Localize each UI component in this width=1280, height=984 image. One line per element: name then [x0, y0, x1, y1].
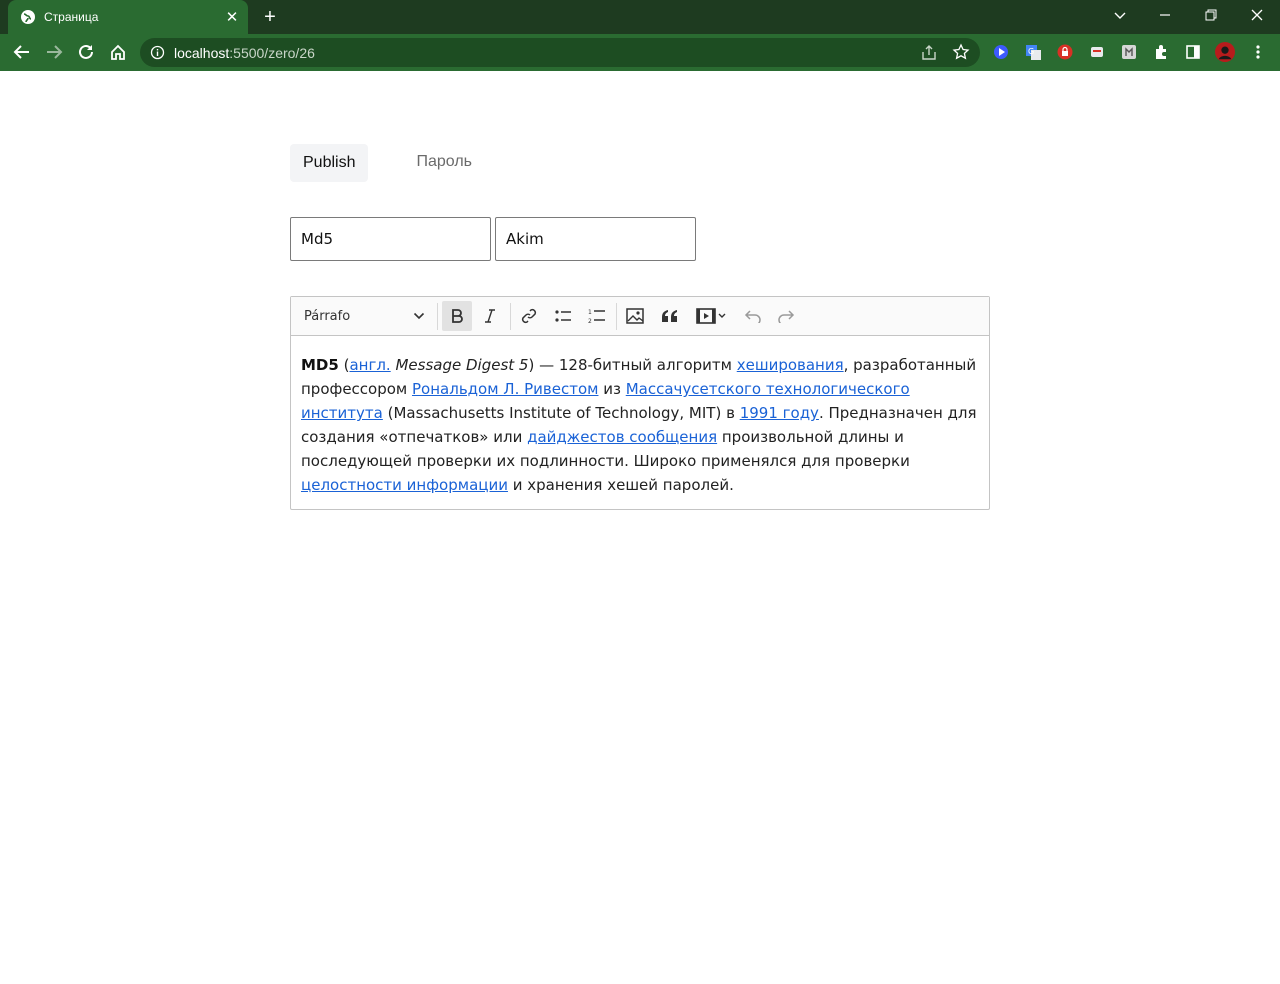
url-text: localhost:5500/zero/26	[174, 45, 315, 61]
kebab-icon[interactable]	[1248, 42, 1268, 62]
minimize-icon[interactable]	[1142, 0, 1188, 30]
editor-toolbar: Párrafo 12	[291, 297, 989, 336]
globe-icon	[20, 9, 36, 25]
text: ) — 128-битный алгоритм	[528, 356, 737, 374]
toolbar-divider	[437, 303, 438, 330]
url-path: :5500/zero/26	[229, 45, 315, 61]
link-rivest[interactable]: Рональдом Л. Ривестом	[412, 380, 598, 398]
svg-text:G: G	[1028, 47, 1034, 56]
toolbar-divider	[616, 303, 617, 330]
svg-text:2: 2	[588, 318, 592, 325]
italic-button[interactable]	[475, 301, 505, 331]
tab-password[interactable]: Пароль	[403, 144, 485, 182]
forward-icon[interactable]	[41, 39, 67, 65]
sidebar-icon[interactable]	[1183, 42, 1203, 62]
link-hashing[interactable]: хеширования	[737, 356, 844, 374]
extension-play-icon[interactable]	[991, 42, 1011, 62]
star-icon[interactable]	[952, 43, 970, 61]
text: и хранения хешей паролей.	[507, 476, 734, 494]
info-icon[interactable]	[150, 45, 165, 60]
reload-icon[interactable]	[73, 39, 99, 65]
plus-icon[interactable]: +	[260, 7, 280, 27]
home-icon[interactable]	[105, 39, 131, 65]
restore-icon[interactable]	[1188, 0, 1234, 30]
heading-select-label: Párrafo	[304, 308, 351, 324]
svg-text:1: 1	[588, 309, 592, 316]
tab-publish[interactable]: Publish	[290, 144, 369, 182]
text: (Massachusetts Institute of Technology, …	[382, 404, 740, 422]
browser-tab-strip: Страница ✕ +	[0, 0, 1280, 34]
chevron-down-icon[interactable]	[1110, 6, 1130, 26]
link-engl[interactable]: англ.	[349, 356, 390, 374]
translate-extension-icon[interactable]: G	[1023, 42, 1043, 62]
rich-text-editor: Párrafo 12 MD5 (англ. Message Digest 5) …	[290, 296, 990, 510]
address-bar[interactable]: localhost:5500/zero/26	[140, 38, 980, 67]
media-embed-button[interactable]	[689, 301, 733, 331]
text: (	[338, 356, 350, 374]
redo-button[interactable]	[771, 301, 801, 331]
toolbar-divider	[510, 303, 511, 330]
close-icon[interactable]: ✕	[222, 8, 242, 26]
puzzle-icon[interactable]	[1151, 42, 1171, 62]
bulleted-list-button[interactable]	[548, 301, 578, 331]
italic-text: Message Digest 5	[390, 356, 529, 374]
page-tabs: Publish Пароль	[290, 144, 485, 182]
link-1991[interactable]: 1991 году	[740, 404, 819, 422]
bold-text: MD5	[301, 356, 339, 374]
close-window-icon[interactable]	[1234, 0, 1280, 30]
image-button[interactable]	[620, 301, 650, 331]
back-icon[interactable]	[9, 39, 35, 65]
browser-toolbar: localhost:5500/zero/26 G	[0, 34, 1280, 71]
avatar[interactable]	[1215, 42, 1235, 62]
author-input[interactable]	[495, 217, 696, 261]
browser-tab[interactable]: Страница ✕	[8, 0, 248, 34]
undo-button[interactable]	[738, 301, 768, 331]
link-button[interactable]	[514, 301, 544, 331]
chevron-down-icon	[413, 312, 425, 320]
tab-title: Страница	[44, 10, 99, 24]
numbered-list-button[interactable]: 12	[582, 301, 612, 331]
title-input[interactable]	[290, 217, 491, 261]
extension-icon[interactable]	[1087, 42, 1107, 62]
extension-icon[interactable]	[1119, 42, 1139, 62]
window-controls	[1142, 0, 1280, 34]
link-message-digests[interactable]: дайджестов сообщения	[527, 428, 717, 446]
editor-content[interactable]: MD5 (англ. Message Digest 5) — 128-битны…	[301, 353, 981, 497]
heading-select[interactable]: Párrafo	[297, 301, 433, 331]
bold-button[interactable]	[442, 301, 472, 331]
blockquote-button[interactable]	[655, 301, 685, 331]
url-host: localhost	[174, 45, 230, 61]
lock-extension-icon[interactable]	[1055, 42, 1075, 62]
text: из	[598, 380, 626, 398]
share-icon[interactable]	[920, 44, 938, 62]
link-integrity[interactable]: целостности информации	[301, 476, 508, 494]
